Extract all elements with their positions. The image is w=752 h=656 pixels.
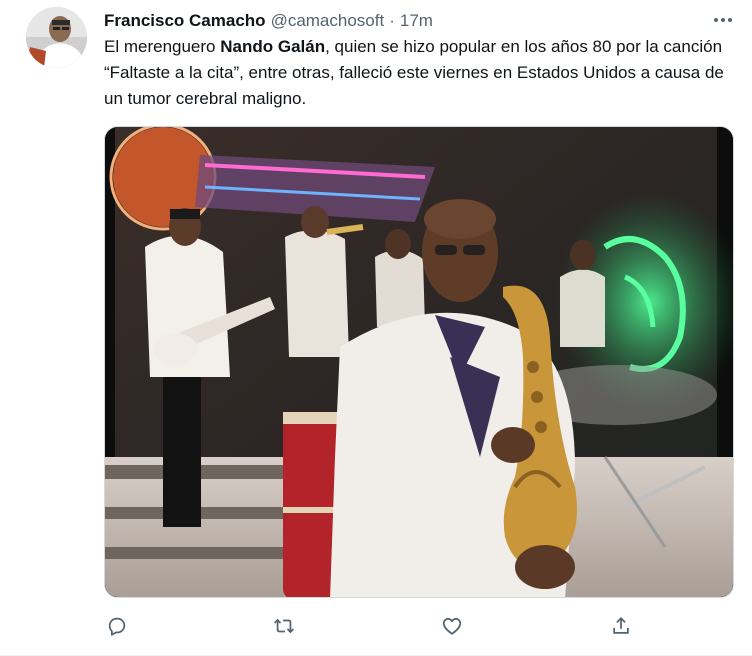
reply-button[interactable] <box>104 613 130 639</box>
user-handle[interactable]: @camachosoft <box>271 11 385 31</box>
heart-icon <box>442 617 462 635</box>
avatar[interactable] <box>26 7 87 68</box>
retweet-icon <box>274 618 294 634</box>
tweet-photo[interactable] <box>104 126 734 598</box>
reply-icon <box>108 617 126 636</box>
retweet-button[interactable] <box>271 613 297 639</box>
timestamp[interactable]: 17m <box>400 11 433 31</box>
tweet-text-part-1: El merenguero <box>104 37 221 56</box>
more-options-button[interactable] <box>708 8 738 32</box>
tweet[interactable]: Francisco Camacho @camachosoft · 17m El … <box>0 0 752 656</box>
more-icon <box>714 18 732 22</box>
action-bar <box>104 613 724 641</box>
separator-dot: · <box>389 11 395 30</box>
like-button[interactable] <box>439 613 465 639</box>
share-button[interactable] <box>608 613 634 639</box>
tweet-text-bold: Nando Galán <box>220 37 326 56</box>
tweet-header: Francisco Camacho @camachosoft · 17m <box>104 9 433 33</box>
display-name[interactable]: Francisco Camacho <box>104 11 266 31</box>
tweet-text: El merenguero Nando Galán, quien se hizo… <box>104 34 734 112</box>
photo-stage-band <box>105 127 733 597</box>
share-icon <box>613 616 629 634</box>
